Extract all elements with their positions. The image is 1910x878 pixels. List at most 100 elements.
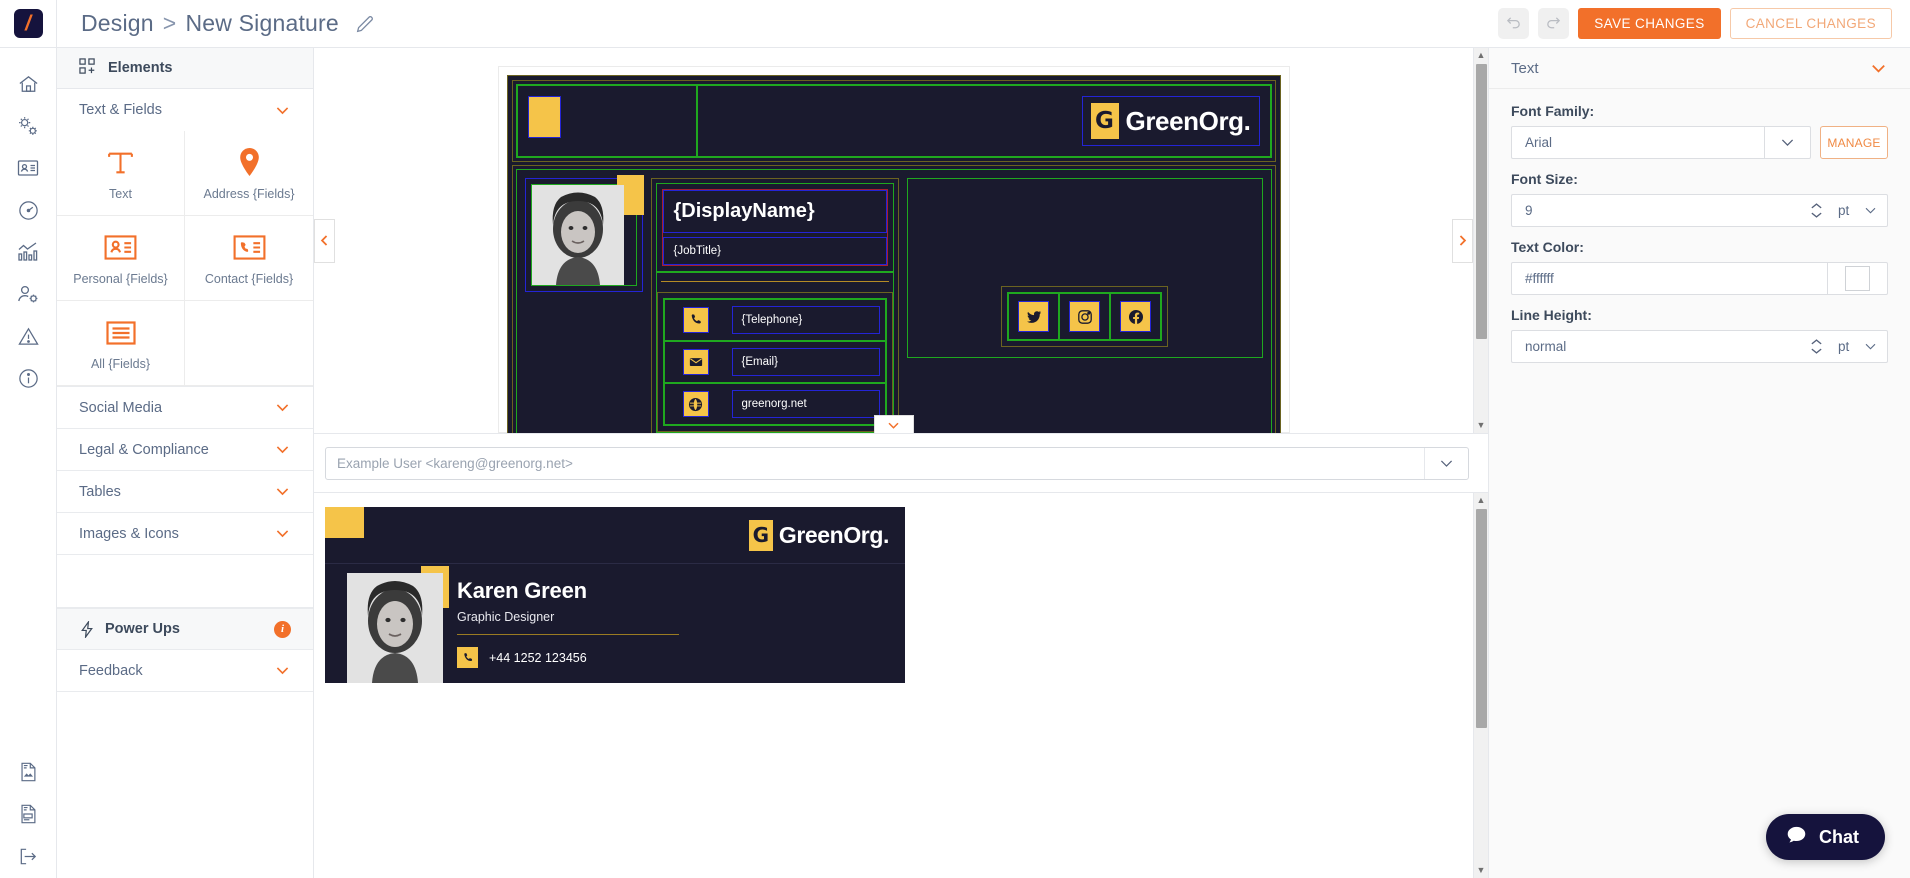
field-tile-personal[interactable]: Personal {Fields}	[57, 216, 185, 301]
preview-scrollbar[interactable]: ▲ ▼	[1473, 493, 1488, 878]
social-cell[interactable]	[1059, 293, 1110, 340]
contact-icon-cell[interactable]	[665, 384, 727, 424]
header-right-cell[interactable]: G GreenOrg.	[697, 85, 1271, 157]
job-title-field[interactable]: {JobTitle}	[663, 237, 887, 265]
social-cell[interactable]	[1110, 293, 1161, 340]
gauge-icon[interactable]	[8, 190, 48, 230]
contact-row[interactable]: {Email}	[664, 341, 886, 383]
details-cell[interactable]: {DisplayName} {JobTitle}	[651, 178, 899, 433]
contact-block[interactable]: {Telephone}	[656, 272, 894, 433]
recipient-select[interactable]: Example User <kareng@greenorg.net>	[325, 447, 1469, 480]
document-layout-icon[interactable]	[8, 794, 48, 834]
line-height-unit-select[interactable]: pt	[1829, 330, 1888, 363]
field-tile-address[interactable]: Address {Fields}	[185, 131, 313, 216]
contact-icon-cell[interactable]	[665, 342, 727, 382]
manage-fonts-button[interactable]: MANAGE	[1820, 126, 1888, 159]
user-settings-icon[interactable]	[8, 274, 48, 314]
chat-button[interactable]: Chat	[1766, 814, 1885, 860]
social-cell[interactable]	[1008, 293, 1059, 340]
section-social-media[interactable]: Social Media	[57, 387, 313, 429]
info-circle-icon[interactable]	[8, 358, 48, 398]
chevron-down-icon[interactable]	[1869, 59, 1888, 78]
display-name-field[interactable]: {DisplayName}	[663, 190, 887, 233]
preview-scroll-thumb[interactable]	[1476, 509, 1487, 728]
contact-value-cell[interactable]: {Email}	[727, 342, 885, 382]
logout-icon[interactable]	[8, 836, 48, 876]
text-color-swatch-button[interactable]	[1828, 262, 1888, 295]
editor-scrollbar[interactable]: ▲ ▼	[1473, 48, 1488, 433]
signature-root-block[interactable]: G GreenOrg.	[507, 75, 1281, 433]
font-size-stepper[interactable]	[1803, 194, 1829, 227]
signature-body-row[interactable]: {DisplayName} {JobTitle}	[512, 165, 1276, 433]
contact-value-cell[interactable]: {Telephone}	[727, 300, 885, 340]
preview-scroll-track[interactable]	[1476, 509, 1487, 862]
contact-row[interactable]: greenorg.net	[664, 383, 886, 425]
editor-scroll-track[interactable]	[1476, 64, 1487, 417]
settings-gears-icon[interactable]	[8, 106, 48, 146]
scroll-down-arrow[interactable]: ▼	[1477, 866, 1486, 875]
edit-pencil-icon[interactable]	[354, 13, 376, 35]
field-tile-all[interactable]: All {Fields}	[57, 301, 185, 386]
line-height-stepper[interactable]	[1803, 330, 1829, 363]
field-tile-contact[interactable]: Contact {Fields}	[185, 216, 313, 301]
collapse-left-panel-button[interactable]	[314, 219, 335, 263]
document-image-icon[interactable]	[8, 752, 48, 792]
section-images-icons[interactable]: Images & Icons	[57, 513, 313, 555]
signature-header-row[interactable]: G GreenOrg.	[512, 80, 1276, 162]
cancel-changes-button[interactable]: CANCEL CHANGES	[1730, 8, 1892, 39]
contact-table-inner[interactable]: {Telephone}	[663, 298, 887, 426]
chevron-down-icon[interactable]	[1765, 126, 1811, 159]
save-changes-button[interactable]: SAVE CHANGES	[1578, 8, 1720, 39]
contact-table[interactable]: {Telephone}	[657, 292, 893, 432]
section-text-and-fields[interactable]: Text & Fields	[57, 89, 313, 131]
editor-scroll-thumb[interactable]	[1476, 64, 1487, 339]
section-tables[interactable]: Tables	[57, 471, 313, 513]
chevron-down-icon[interactable]	[1424, 448, 1468, 479]
font-size-value[interactable]: 9	[1511, 194, 1803, 227]
scroll-up-arrow[interactable]: ▲	[1477, 496, 1486, 505]
body-row-inner[interactable]: {DisplayName} {JobTitle}	[516, 169, 1272, 433]
id-card-icon[interactable]	[8, 148, 48, 188]
contact-icon-cell[interactable]	[665, 300, 727, 340]
undo-button[interactable]	[1498, 8, 1529, 39]
scroll-down-arrow[interactable]: ▼	[1477, 421, 1486, 430]
field-tile-text[interactable]: Text	[57, 131, 185, 216]
facebook-icon[interactable]	[1120, 301, 1151, 332]
warning-triangle-icon[interactable]	[8, 316, 48, 356]
profile-photo[interactable]	[532, 185, 624, 285]
recipient-value[interactable]: Example User <kareng@greenorg.net>	[326, 456, 1424, 471]
power-ups-info-badge[interactable]: i	[274, 621, 291, 638]
text-color-value[interactable]: #ffffff	[1511, 262, 1828, 295]
line-height-field[interactable]: normal pt	[1511, 330, 1888, 363]
scroll-up-arrow[interactable]: ▲	[1477, 51, 1486, 60]
app-logo[interactable]: /	[0, 0, 57, 48]
properties-panel-header[interactable]: Text	[1489, 48, 1910, 89]
contact-value-cell[interactable]: greenorg.net	[727, 384, 885, 424]
social-icons-row[interactable]	[1007, 292, 1162, 341]
signature-canvas[interactable]: G GreenOrg.	[498, 66, 1290, 433]
social-icons-block[interactable]	[1001, 286, 1168, 347]
text-color-field[interactable]: #ffffff	[1511, 262, 1888, 295]
analytics-chart-icon[interactable]	[8, 232, 48, 272]
home-icon[interactable]	[8, 64, 48, 104]
font-family-select[interactable]: Arial	[1511, 126, 1811, 159]
website-field[interactable]: greenorg.net	[732, 390, 880, 418]
font-family-value[interactable]: Arial	[1511, 126, 1765, 159]
email-field[interactable]: {Email}	[732, 348, 880, 376]
header-accent-block[interactable]	[528, 96, 561, 138]
brand-logo[interactable]: G GreenOrg.	[1082, 96, 1260, 146]
instagram-icon[interactable]	[1069, 301, 1100, 332]
collapse-right-panel-button[interactable]	[1452, 219, 1473, 263]
font-size-unit-select[interactable]: pt	[1829, 194, 1888, 227]
section-power-ups[interactable]: Power Ups i	[57, 608, 313, 650]
header-left-cell[interactable]	[517, 85, 697, 157]
profile-photo-cell[interactable]	[525, 178, 643, 292]
expand-editor-button[interactable]	[874, 415, 914, 433]
name-block[interactable]: {DisplayName} {JobTitle}	[656, 183, 894, 272]
twitter-icon[interactable]	[1018, 301, 1049, 332]
contact-row[interactable]: {Telephone}	[664, 299, 886, 341]
font-size-field[interactable]: 9 pt	[1511, 194, 1888, 227]
header-row-inner[interactable]: G GreenOrg.	[516, 84, 1272, 158]
profile-photo-frame[interactable]	[531, 184, 637, 286]
name-group[interactable]: {DisplayName} {JobTitle}	[662, 189, 888, 266]
